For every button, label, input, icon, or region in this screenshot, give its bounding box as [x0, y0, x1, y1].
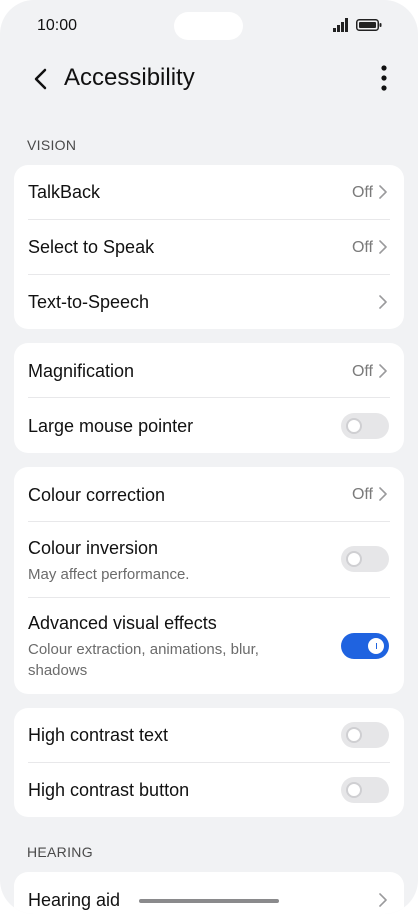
advanced-visual-effects-toggle[interactable]	[341, 633, 389, 659]
back-arrow-icon[interactable]	[26, 64, 56, 94]
text-to-speech-row[interactable]: Text-to-Speech	[14, 275, 404, 329]
select-to-speak-value: Off	[351, 239, 373, 256]
hearing-aid-row[interactable]: Hearing aid	[14, 872, 404, 914]
high-contrast-text-row: High contrast text	[14, 708, 404, 762]
home-indicator[interactable]	[139, 899, 279, 903]
toggle-knob	[346, 727, 362, 743]
toggle-knob	[346, 418, 362, 434]
colour-correction-value: Off	[351, 486, 373, 503]
chevron-right-icon	[379, 295, 387, 309]
talkback-label: TalkBack	[28, 182, 101, 202]
vision-card-3: Colour correction Off Colour inversion M…	[14, 467, 404, 694]
select-to-speak-label: Select to Speak	[28, 237, 155, 257]
colour-inversion-row: Colour inversion May affect performance.	[14, 522, 404, 597]
large-mouse-pointer-row: Large mouse pointer	[14, 398, 404, 453]
camera-notch	[174, 12, 243, 40]
advanced-visual-effects-row: Advanced visual effects Colour extractio…	[14, 598, 404, 694]
advanced-visual-effects-label: Advanced visual effects	[28, 613, 217, 633]
high-contrast-button-label: High contrast button	[28, 780, 190, 800]
colour-correction-label: Colour correction	[28, 485, 166, 505]
toggle-knob	[346, 551, 362, 567]
talkback-row[interactable]: TalkBack Off	[14, 165, 404, 220]
high-contrast-text-toggle[interactable]	[341, 722, 389, 748]
high-contrast-text-label: High contrast text	[28, 725, 169, 745]
toggle-knob	[346, 782, 362, 798]
chevron-right-icon	[379, 893, 387, 907]
more-options-icon[interactable]	[370, 64, 398, 94]
vision-card-4: High contrast text High contrast button	[14, 708, 404, 817]
magnification-row[interactable]: Magnification Off	[14, 343, 404, 398]
page-title: Accessibility	[64, 64, 195, 91]
vision-card-1: TalkBack Off Select to Speak Off Text-to…	[14, 165, 404, 329]
colour-inversion-subtitle: May affect performance.	[28, 566, 190, 583]
large-mouse-pointer-toggle[interactable]	[341, 413, 389, 439]
status-time: 10:00	[37, 17, 78, 34]
signal-icon	[333, 18, 348, 32]
colour-inversion-toggle[interactable]	[341, 546, 389, 572]
status-bar: 10:00	[0, 0, 418, 54]
hearing-card: Hearing aid	[14, 872, 404, 914]
magnification-label: Magnification	[28, 361, 135, 381]
vision-card-2: Magnification Off Large mouse pointer	[14, 343, 404, 453]
section-header-vision: VISION	[27, 137, 77, 153]
hearing-aid-label: Hearing aid	[28, 890, 121, 910]
text-to-speech-label: Text-to-Speech	[28, 292, 150, 312]
chevron-right-icon	[379, 240, 387, 254]
battery-icon	[356, 19, 382, 31]
section-header-hearing: HEARING	[27, 844, 93, 860]
high-contrast-button-row: High contrast button	[14, 763, 404, 817]
advanced-visual-effects-subtitle: Colour extraction, animations, blur, sha…	[28, 641, 259, 679]
select-to-speak-row[interactable]: Select to Speak Off	[14, 220, 404, 275]
chevron-right-icon	[379, 185, 387, 199]
colour-correction-row[interactable]: Colour correction Off	[14, 467, 404, 522]
app-bar: Accessibility	[0, 54, 418, 104]
colour-inversion-label: Colour inversion	[28, 538, 159, 558]
toggle-knob	[368, 638, 384, 654]
magnification-value: Off	[351, 363, 373, 380]
chevron-right-icon	[379, 487, 387, 501]
phone-screen: 10:00 Accessibility VISION TalkBack Off …	[0, 0, 418, 914]
chevron-right-icon	[379, 364, 387, 378]
large-mouse-pointer-label: Large mouse pointer	[28, 416, 194, 436]
high-contrast-button-toggle[interactable]	[341, 777, 389, 803]
talkback-value: Off	[351, 184, 373, 201]
